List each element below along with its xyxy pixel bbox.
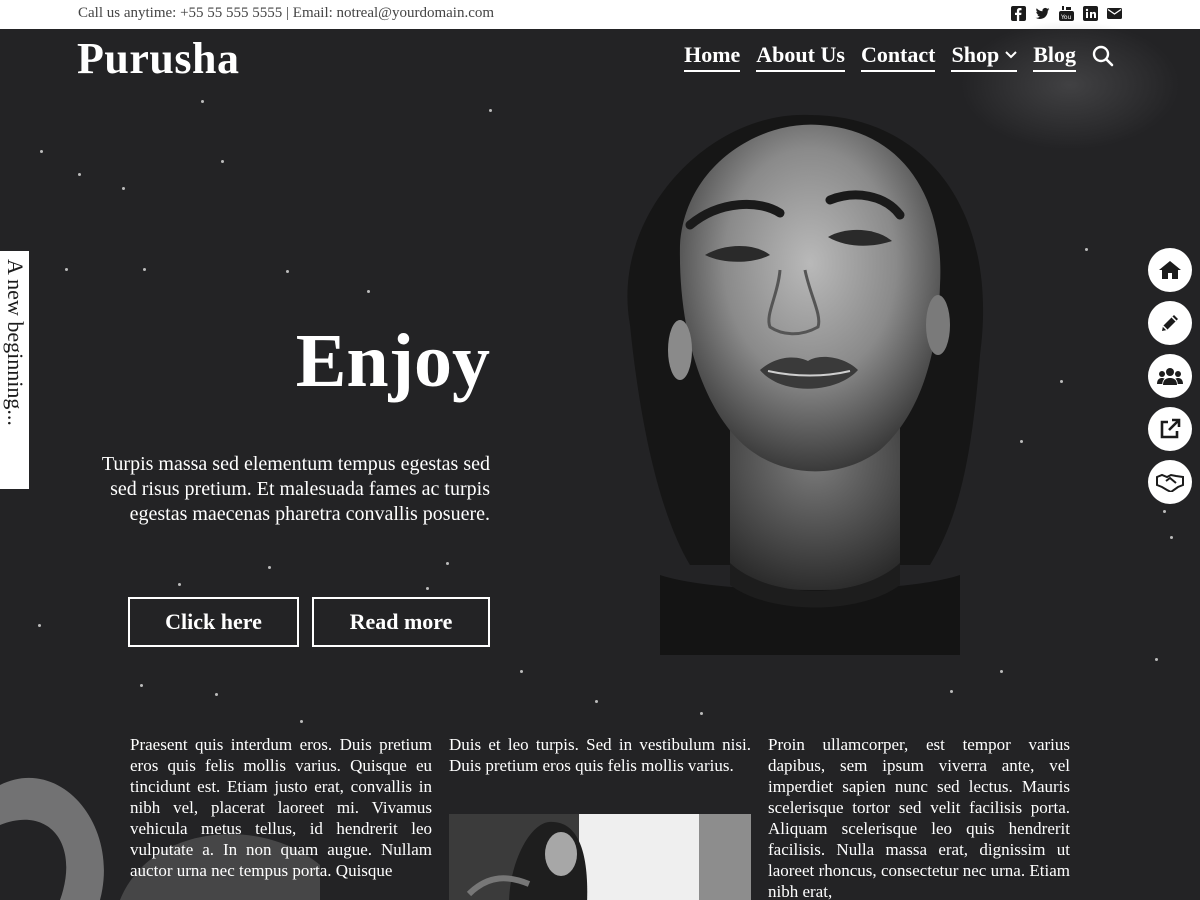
star-dot (78, 173, 81, 176)
side-tab-label: A new beginning... (3, 259, 28, 426)
read-more-button[interactable]: Read more (312, 597, 490, 647)
star-dot (520, 670, 523, 673)
star-dot (950, 690, 953, 693)
hero-portrait-image (627, 114, 984, 655)
star-dot (143, 268, 146, 271)
side-tab[interactable]: A new beginning... (0, 251, 29, 489)
star-dot (221, 160, 224, 163)
facebook-icon[interactable] (1011, 6, 1026, 21)
hero-title: Enjoy (295, 319, 490, 403)
star-dot (1085, 248, 1088, 251)
star-dot (215, 693, 218, 696)
star-dot (1000, 670, 1003, 673)
star-dot (65, 268, 68, 271)
star-dot (201, 100, 204, 103)
nav-shop[interactable]: Shop (951, 42, 1018, 72)
nav-contact-label: Contact (860, 42, 936, 67)
home-icon[interactable] (1148, 248, 1192, 292)
hero-text: Turpis massa sed elementum tempus egesta… (101, 453, 490, 525)
star-dot (367, 290, 370, 293)
star-dot (38, 624, 41, 627)
pencil-icon[interactable] (1148, 301, 1192, 345)
nav-contact[interactable]: Contact (860, 42, 936, 72)
nav-blog[interactable]: Blog (1033, 42, 1076, 72)
handshake-icon[interactable] (1148, 460, 1192, 504)
star-dot (1170, 536, 1173, 539)
star-dot (1163, 510, 1166, 513)
nav-home[interactable]: Home (684, 42, 741, 72)
star-dot (1060, 380, 1063, 383)
email-icon[interactable] (1107, 6, 1122, 21)
star-dot (426, 587, 429, 590)
main-nav: Home About Us Contact Shop Blog (684, 42, 1076, 72)
youtube-icon[interactable]: You (1059, 6, 1074, 21)
star-dot (286, 270, 289, 273)
star-dot (140, 684, 143, 687)
twitter-icon[interactable] (1035, 6, 1050, 21)
nav-blog-label: Blog (1033, 42, 1076, 67)
content-column-1: Praesent quis interdum eros. Duis pretiu… (130, 735, 432, 880)
content-column-3: Proin ullamcorper, est tempor varius dap… (768, 735, 1070, 900)
users-icon[interactable] (1148, 354, 1192, 398)
contact-info: Call us anytime: +55 55 555 5555 | Email… (78, 5, 495, 21)
site-logo[interactable]: Purusha (77, 33, 239, 84)
star-dot (446, 562, 449, 565)
linkedin-icon[interactable] (1083, 6, 1098, 21)
nav-about-label: About Us (756, 42, 845, 67)
star-dot (178, 583, 181, 586)
star-dot (1155, 658, 1158, 661)
search-icon[interactable] (1092, 45, 1114, 67)
star-dot (122, 187, 125, 190)
chevron-down-icon (1005, 51, 1017, 59)
star-dot (1020, 440, 1023, 443)
star-dot (300, 720, 303, 723)
star-dot (40, 150, 43, 153)
side-actions (1148, 248, 1192, 504)
star-dot (489, 109, 492, 112)
star-dot (700, 712, 703, 715)
nav-about-us[interactable]: About Us (756, 42, 845, 72)
star-dot (268, 566, 271, 569)
star-dot (595, 700, 598, 703)
click-here-button[interactable]: Click here (128, 597, 299, 647)
external-link-icon[interactable] (1148, 407, 1192, 451)
content-column-2: Duis et leo turpis. Sed in vestibulum ni… (449, 735, 751, 775)
column-image (449, 814, 751, 900)
nav-home-label: Home (684, 42, 741, 67)
nav-shop-label: Shop (951, 42, 1000, 67)
social-links: You (1011, 6, 1122, 21)
